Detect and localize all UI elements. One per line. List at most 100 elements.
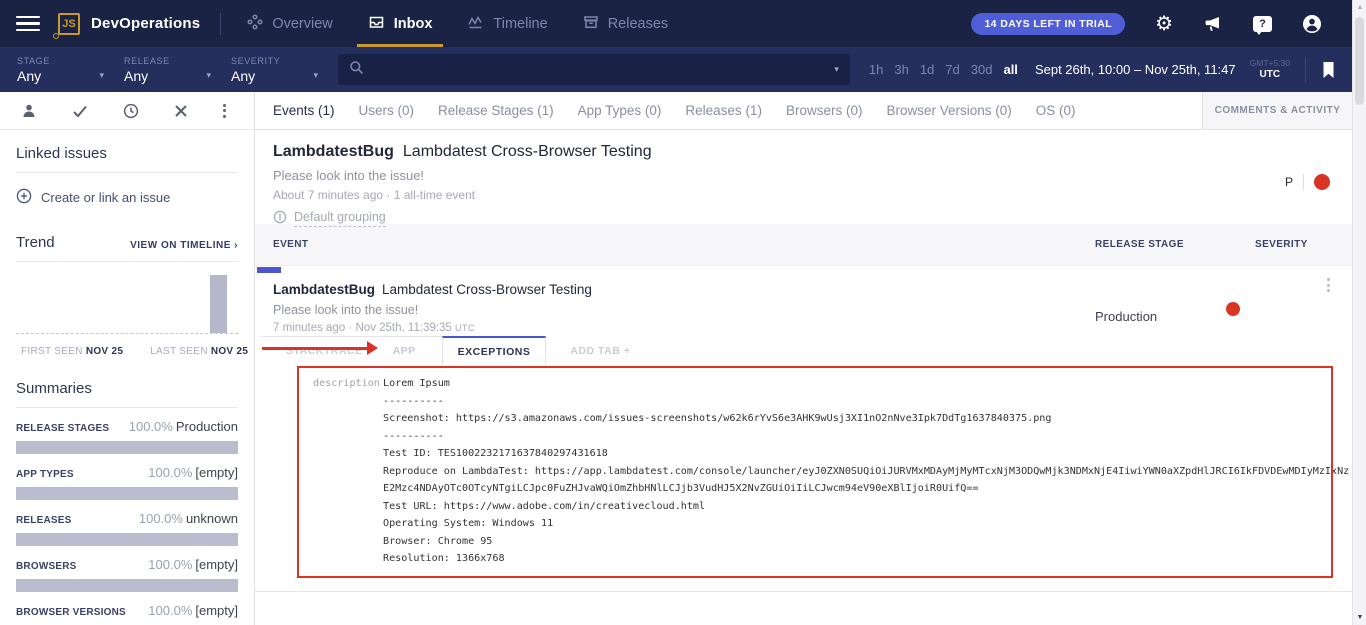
summary-value: unknown <box>186 511 238 526</box>
filterbar-divider <box>1305 57 1306 83</box>
tab-releases[interactable]: Releases (1) <box>685 103 762 118</box>
nav-item-releases[interactable]: Releases <box>583 0 668 47</box>
resolve-check-icon[interactable] <box>72 104 88 118</box>
create-or-link-issue-button[interactable]: Create or link an issue <box>16 188 238 207</box>
description-row: description Lorem Ipsum <box>313 375 1355 393</box>
description-line-browser: Browser: Chrome 95 <box>383 533 1355 551</box>
detail-tab-exceptions[interactable]: EXCEPTIONS <box>442 336 547 365</box>
topbar-actions: 14 DAYS LEFT IN TRIAL ⚙ ? <box>971 13 1322 35</box>
tab-users[interactable]: Users (0) <box>359 103 415 118</box>
trend-heading: Trend <box>16 234 55 251</box>
summary-bar[interactable] <box>16 533 238 546</box>
tab-release-stages[interactable]: Release Stages (1) <box>438 103 554 118</box>
summary-value: [empty] <box>195 465 238 480</box>
tab-browsers[interactable]: Browsers (0) <box>786 103 863 118</box>
event-more-options-icon[interactable] <box>1327 278 1330 292</box>
inbox-icon <box>368 14 385 34</box>
description-line-reproduce-url: Reproduce on LambdaTest: https://app.lam… <box>383 463 1355 498</box>
project-name[interactable]: DevOperations <box>91 15 200 32</box>
time-range-7d[interactable]: 7d <box>945 62 959 77</box>
bookmark-icon[interactable] <box>1321 61 1336 79</box>
event-row[interactable]: LambdatestBugLambdatest Cross-Browser Te… <box>255 266 1366 592</box>
time-range-30d[interactable]: 30d <box>971 62 993 77</box>
announcements-megaphone-icon[interactable] <box>1203 15 1223 33</box>
summaries-heading: Summaries <box>16 380 238 397</box>
tab-events[interactable]: Events (1) <box>273 103 335 118</box>
date-range-display[interactable]: Sept 26th, 10:00 – Nov 25th, 11:47 <box>1035 62 1236 77</box>
summary-percent: 100.0% <box>148 465 192 480</box>
filter-bar: STAGE Any ▾ RELEASE Any ▾ SEVERITY Any ▾ <box>0 47 1366 92</box>
issue-message: Please look into the issue! <box>273 168 1366 183</box>
severity-dot[interactable] <box>1314 174 1330 190</box>
summary-label: BROWSERS <box>16 561 77 572</box>
scroll-up-icon[interactable]: ▲ <box>1353 4 1366 11</box>
tab-os[interactable]: OS (0) <box>1036 103 1076 118</box>
description-line: ---------- <box>383 393 1355 411</box>
assign-user-icon[interactable] <box>21 103 37 119</box>
help-icon[interactable]: ? <box>1253 16 1272 32</box>
search-box[interactable]: ▾ <box>338 54 850 85</box>
time-range-1h[interactable]: 1h <box>869 62 883 77</box>
account-icon[interactable] <box>1302 14 1322 34</box>
time-range-1d[interactable]: 1d <box>920 62 934 77</box>
view-on-timeline-link[interactable]: VIEW ON TIMELINE › <box>130 240 238 251</box>
time-range-3h[interactable]: 3h <box>894 62 908 77</box>
selected-row-accent <box>257 267 281 273</box>
timezone-offset: GMT+5:30 <box>1250 58 1290 69</box>
summary-bar[interactable] <box>16 441 238 454</box>
nav-item-inbox[interactable]: Inbox <box>368 0 433 47</box>
detail-tab-app[interactable]: APP <box>393 345 416 357</box>
summary-label: RELEASE STAGES <box>16 423 109 434</box>
time-range-all[interactable]: all <box>1003 62 1017 77</box>
last-seen-label: LAST SEEN <box>150 346 208 357</box>
release-filter-dropdown[interactable]: RELEASE Any ▾ <box>124 56 211 84</box>
app-logo[interactable]: JS <box>58 13 80 35</box>
event-severity-dot[interactable] <box>1226 302 1240 316</box>
time-range-selector: 1h 3h 1d 7d 30d all <box>869 62 1018 77</box>
discard-x-icon[interactable] <box>174 104 188 118</box>
summary-label: APP TYPES <box>16 469 74 480</box>
timezone-toggle[interactable]: GMT+5:30 UTC <box>1250 58 1290 81</box>
summary-row-app-types: APP TYPES 100.0%[empty] <box>16 465 238 500</box>
tab-browser-versions[interactable]: Browser Versions (0) <box>886 103 1011 118</box>
issue-action-toolbar <box>0 92 254 130</box>
description-line: Lorem Ipsum <box>383 375 1355 393</box>
summary-bar[interactable] <box>16 579 238 592</box>
nav-item-overview[interactable]: Overview <box>247 0 332 47</box>
snooze-clock-icon[interactable] <box>123 103 139 119</box>
tab-app-types[interactable]: App Types (0) <box>578 103 662 118</box>
settings-gear-icon[interactable]: ⚙ <box>1155 14 1173 34</box>
vertical-scrollbar[interactable]: ▲ ▼ <box>1352 0 1366 625</box>
issue-sidebar: Linked issues Create or link an issue Tr… <box>0 92 255 625</box>
column-header-event[interactable]: EVENT <box>255 239 1095 250</box>
event-title: Lambdatest Cross-Browser Testing <box>382 282 592 297</box>
search-input[interactable] <box>373 62 834 77</box>
description-line-test-id: Test ID: TES1002232171637840297431618 <box>383 445 1355 463</box>
event-message: Please look into the issue! <box>273 303 418 317</box>
first-seen-value: NOV 25 <box>86 346 123 357</box>
scrollbar-thumb[interactable] <box>1355 17 1364 105</box>
severity-filter-dropdown[interactable]: SEVERITY Any ▾ <box>231 56 318 84</box>
scroll-down-icon[interactable]: ▼ <box>1353 614 1366 621</box>
seen-dates: FIRST SEEN NOV 25 LAST SEEN NOV 25 <box>16 346 238 357</box>
search-dropdown-caret-icon[interactable]: ▾ <box>834 64 839 75</box>
column-header-release-stage[interactable]: RELEASE STAGE <box>1095 239 1255 250</box>
summary-label: RELEASES <box>16 515 72 526</box>
event-detail-tabs: STACKTRACE APP EXCEPTIONS ADD TAB + <box>255 336 1366 365</box>
hamburger-menu-icon[interactable] <box>16 16 40 32</box>
trial-badge[interactable]: 14 DAYS LEFT IN TRIAL <box>971 13 1125 35</box>
nav-item-timeline[interactable]: Timeline <box>467 0 547 47</box>
comments-activity-button[interactable]: COMMENTS & ACTIVITY <box>1202 92 1366 129</box>
plus-circle-icon <box>16 188 32 207</box>
more-options-icon[interactable] <box>223 104 226 118</box>
event-meta: 7 minutes ago · Nov 25th, 11:39:35 UTC <box>273 322 475 334</box>
default-grouping-control[interactable]: Default grouping <box>273 210 1366 227</box>
nav-label: Overview <box>272 16 332 32</box>
top-navigation-bar: JS DevOperations Overview Inbox Timeline <box>0 0 1366 47</box>
summary-label: BROWSER VERSIONS <box>16 607 126 618</box>
summary-bar[interactable] <box>16 487 238 500</box>
detail-tab-add-tab[interactable]: ADD TAB + <box>570 345 630 357</box>
stage-filter-dropdown[interactable]: STAGE Any ▾ <box>17 56 104 84</box>
column-header-severity[interactable]: SEVERITY <box>1255 239 1366 250</box>
releases-icon <box>583 14 599 34</box>
